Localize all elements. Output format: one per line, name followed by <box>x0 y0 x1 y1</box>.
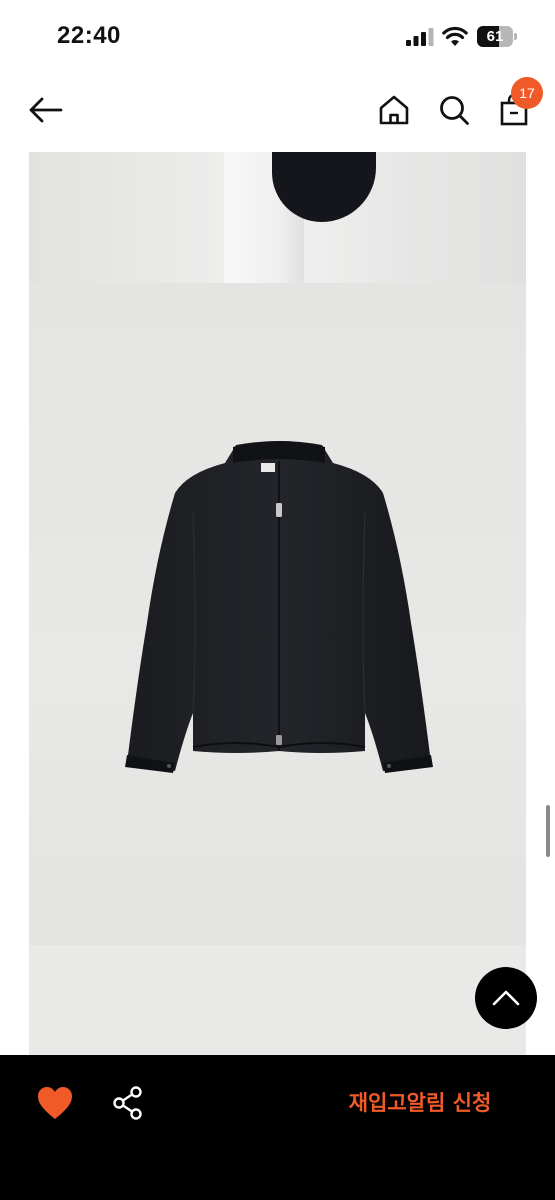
scrollbar-thumb[interactable] <box>546 805 550 857</box>
search-icon <box>440 96 469 125</box>
like-button[interactable] <box>36 1085 74 1121</box>
heart-icon <box>38 1087 72 1119</box>
product-gallery[interactable] <box>29 152 526 1055</box>
share-icon <box>113 1086 142 1120</box>
cart-count-badge: 17 <box>511 77 543 109</box>
share-button[interactable] <box>110 1085 146 1121</box>
product-photo-detail <box>29 152 526 283</box>
wifi-icon <box>442 26 468 46</box>
chevron-up-icon <box>492 990 520 1006</box>
home-icon <box>379 95 409 125</box>
back-arrow-icon <box>29 97 63 123</box>
restock-alert-button[interactable]: 재입고알림 신청 <box>320 1083 520 1123</box>
product-photo-next <box>29 945 526 1055</box>
top-nav <box>0 76 555 146</box>
search-button[interactable] <box>432 88 476 132</box>
bottom-action-bar: 재입고알림 신청 <box>0 1055 555 1200</box>
product-photo-jacket <box>29 283 526 945</box>
battery-level: 61 <box>486 28 504 45</box>
scroll-to-top-button[interactable] <box>475 967 537 1029</box>
cellular-signal-icon <box>406 28 434 46</box>
battery-indicator: 61 <box>477 26 517 47</box>
jacket-image <box>125 441 433 773</box>
status-bar: 22:40 61 <box>0 0 555 70</box>
back-button[interactable] <box>24 88 68 132</box>
status-time: 22:40 <box>57 22 121 49</box>
home-button[interactable] <box>372 88 416 132</box>
